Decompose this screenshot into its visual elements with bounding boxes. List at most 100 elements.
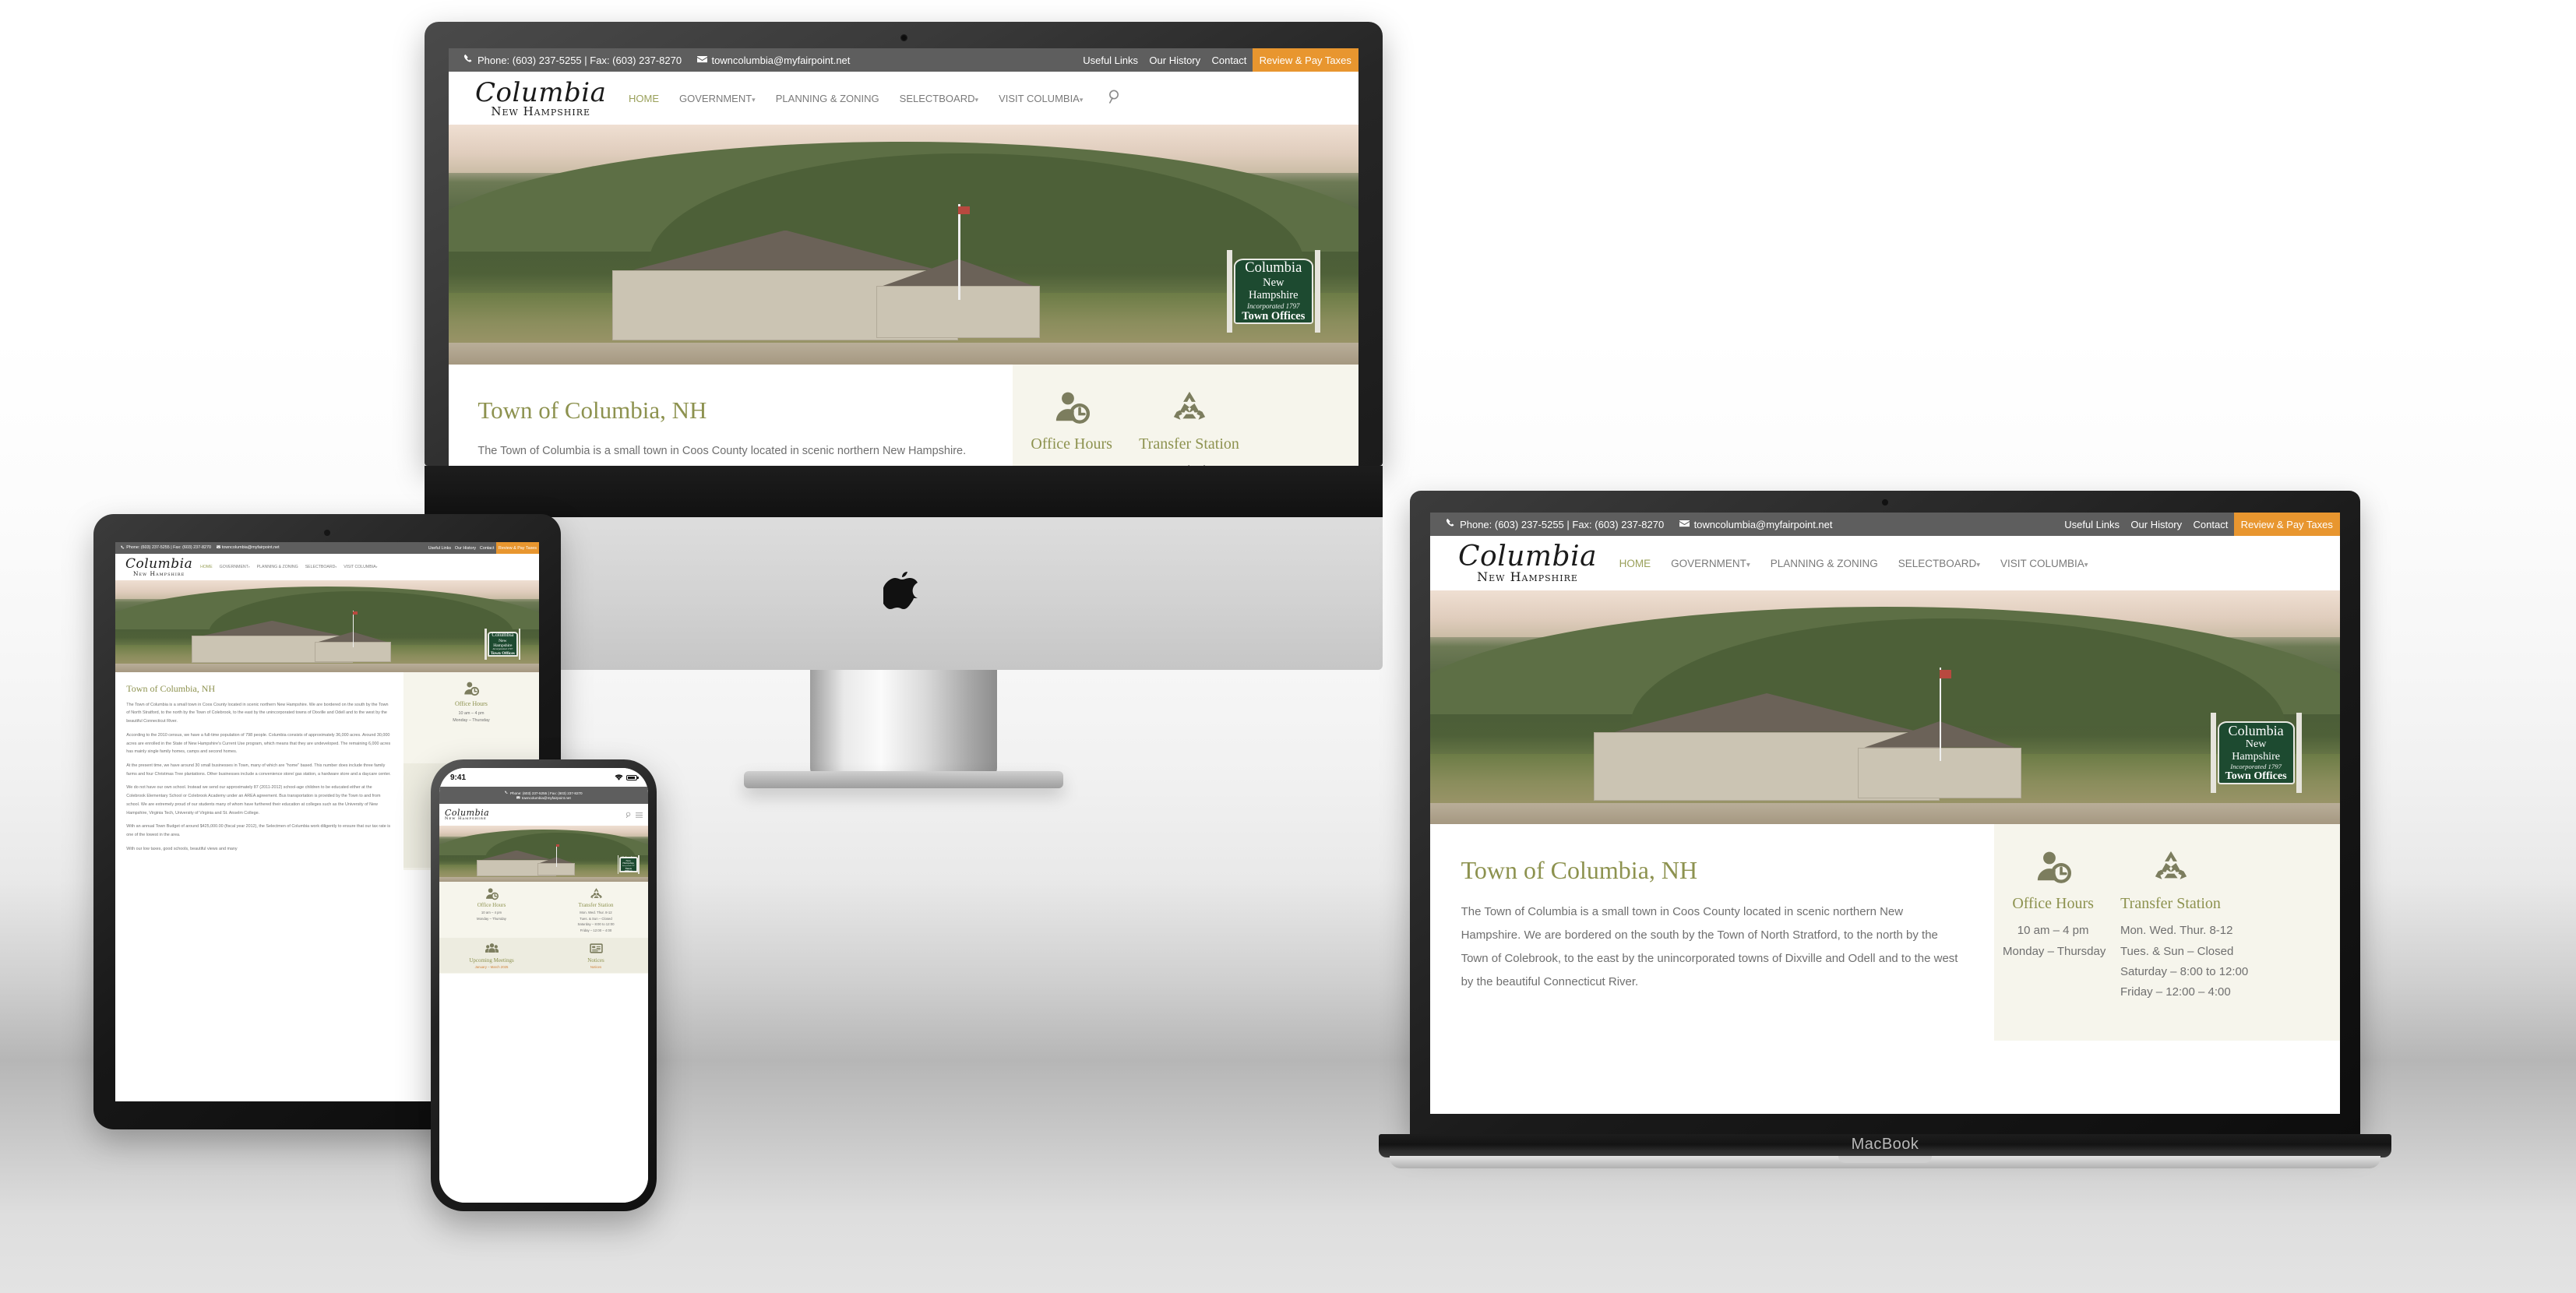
nav-item-visit-columbia[interactable]: VISIT COLUMBIA▾ xyxy=(999,93,1083,104)
widget-line: Mon. Wed. Thur. 8-12 xyxy=(2120,924,2233,938)
battery-icon xyxy=(626,774,639,780)
widget-office-hours: Office Hours 10 am – 4 pmMonday – Thursd… xyxy=(1994,830,2112,1035)
nav-item-planning-zoning[interactable]: PLANNING & ZONING xyxy=(257,565,298,569)
sign-line-4: Town Offices xyxy=(1242,309,1306,322)
nav-item-visit-columbia[interactable]: VISIT COLUMBIA▾ xyxy=(344,565,377,569)
sign-line-2: New Hampshire xyxy=(1249,277,1299,302)
main-menu: HOME GOVERNMENT▾ PLANNING & ZONING SELEC… xyxy=(1619,558,2109,569)
chevron-down-icon: ▾ xyxy=(248,565,250,569)
chevron-down-icon: ▾ xyxy=(1976,560,1980,569)
wifi-icon xyxy=(615,774,623,780)
topbar-nav: Useful Links Our History Contact Review & … xyxy=(1077,48,1358,72)
sign-post-right xyxy=(1314,249,1320,333)
widget-title: Upcoming Meetings xyxy=(469,957,514,964)
chevron-down-icon: ▾ xyxy=(2084,560,2088,569)
navbar: Columbia New Hampshire xyxy=(439,804,648,826)
topbar-phone-text: Phone: (603) 237-5255 | Fax: (603) 237-8… xyxy=(509,791,583,795)
nav-item-selectboard[interactable]: SELECTBOARD▾ xyxy=(1898,558,1980,569)
widget-transfer-station: Transfer Station Mon. Wed. Thur. 8-12Tue… xyxy=(544,883,648,937)
review-pay-taxes-button[interactable]: Review & Pay Taxes xyxy=(495,542,539,554)
search-icon[interactable] xyxy=(625,808,632,822)
flag xyxy=(556,844,559,847)
widget-office-hours: Office Hours 10 am – 4 pmMonday – Thursd… xyxy=(403,674,539,763)
topbar-link-our-history[interactable]: Our History xyxy=(1144,48,1206,72)
chevron-down-icon: ▾ xyxy=(1079,95,1084,104)
site-phone: Phone: (603) 237-5255 | Fax: (603) 237-8… xyxy=(439,787,648,1203)
logo-line-1: Columbia xyxy=(1458,541,1598,573)
logo-line-2: New Hampshire xyxy=(491,104,591,118)
hero-image: Columbia New Hampshire Incorporated 1797… xyxy=(449,125,1358,365)
sign-line-3: Incorporated 1797 xyxy=(2230,762,2282,770)
site-logo[interactable]: Columbia New Hampshire xyxy=(445,809,489,821)
imac-stand-foot xyxy=(744,771,1063,788)
person-clock-icon xyxy=(1021,389,1122,425)
topbar-email-text: towncolumbia@myfairpoint.net xyxy=(711,54,851,66)
site-logo[interactable]: Columbia New Hampshire xyxy=(1458,543,1597,583)
nav-item-planning-zoning[interactable]: PLANNING & ZONING xyxy=(776,93,879,104)
nav-item-label: VISIT COLUMBIA xyxy=(999,92,1080,104)
site-logo[interactable]: Columbia New Hampshire xyxy=(125,557,192,576)
nav-item-planning-zoning[interactable]: PLANNING & ZONING xyxy=(1771,558,1878,569)
macbook-device: Phone: (603) 237-5255 | Fax: (603) 237-8… xyxy=(1379,491,2391,1176)
widget-link[interactable]: January – March 2025 xyxy=(441,965,542,969)
widget-upcoming-meetings: Upcoming Meetings January – March 2025 xyxy=(439,937,544,973)
nav-item-home[interactable]: HOME xyxy=(200,565,213,569)
widget-title: Transfer Station xyxy=(1139,435,1239,453)
sign-post-right xyxy=(518,628,521,661)
search-icon[interactable] xyxy=(1108,89,1122,107)
nav-item-label: VISIT COLUMBIA xyxy=(2000,557,2084,569)
nav-item-selectboard[interactable]: SELECTBOARD▾ xyxy=(900,93,978,104)
logo-line-2: New Hampshire xyxy=(445,816,487,821)
widget-link[interactable]: Notices xyxy=(545,965,647,969)
topbar: Phone: (603) 237-5255 | Fax: (603) 237-8… xyxy=(1430,513,2340,536)
intro-column: Town of Columbia, NH The Town of Columbi… xyxy=(1430,824,1995,1041)
topbar-phone-text: Phone: (603) 237-5255 | Fax: (603) 237-8… xyxy=(126,545,211,551)
widget-title: Office Hours xyxy=(455,699,488,707)
widget-line: Monday – Thursday xyxy=(2003,944,2106,958)
topbar-link-useful-links[interactable]: Useful Links xyxy=(1077,48,1144,72)
widget-line: Tues. & Sun – Closed xyxy=(580,916,612,921)
topbar-link-useful-links[interactable]: Useful Links xyxy=(2059,513,2125,536)
nav-item-label: GOVERNMENT xyxy=(1671,557,1746,569)
nav-item-government[interactable]: GOVERNMENT▾ xyxy=(220,565,250,569)
body-paragraph: With an annual Town Budget of around $42… xyxy=(126,824,391,838)
hero-image: Columbia New Hampshire Incorporated 1797… xyxy=(439,826,648,882)
town-sign: Columbia New Hampshire Incorporated 1797… xyxy=(1226,249,1320,333)
macbook-notch xyxy=(1838,1156,1932,1163)
flag xyxy=(352,611,358,615)
recycle-icon xyxy=(545,887,647,900)
nav-item-label: GOVERNMENT xyxy=(679,92,752,104)
review-pay-taxes-button[interactable]: Review & Pay Taxes xyxy=(1252,48,1358,72)
widget-panel: Office Hours 10 am – 4 pmMonday – Thursd… xyxy=(439,882,648,974)
nav-item-government[interactable]: GOVERNMENT▾ xyxy=(679,93,756,104)
hero-road xyxy=(115,664,539,672)
macbook-screen: Phone: (603) 237-5255 | Fax: (603) 237-8… xyxy=(1430,513,2340,1114)
flag xyxy=(958,206,971,215)
phone-clock: 9:41 xyxy=(450,773,467,782)
nav-item-label: PLANNING & ZONING xyxy=(775,92,879,104)
hamburger-menu-icon[interactable] xyxy=(636,808,643,822)
review-pay-taxes-button[interactable]: Review & Pay Taxes xyxy=(2233,513,2340,536)
topbar-email-text: towncolumbia@myfairpoint.net xyxy=(221,545,280,551)
topbar-link-useful-links[interactable]: Useful Links xyxy=(426,542,453,554)
nav-item-selectboard[interactable]: SELECTBOARD▾ xyxy=(305,565,337,569)
nav-item-government[interactable]: GOVERNMENT▾ xyxy=(1671,558,1750,569)
topbar-link-contact[interactable]: Contact xyxy=(478,542,496,554)
site-laptop: Phone: (603) 237-5255 | Fax: (603) 237-8… xyxy=(1430,513,2340,1114)
list-document-icon xyxy=(545,942,647,955)
sign-post-right xyxy=(2296,712,2302,794)
topbar-link-our-history[interactable]: Our History xyxy=(2125,513,2187,536)
widget-line: 10 am – 4 pm xyxy=(481,911,502,915)
flagpole xyxy=(1940,668,1942,761)
topbar-link-our-history[interactable]: Our History xyxy=(453,542,477,554)
topbar-link-contact[interactable]: Contact xyxy=(1206,48,1252,72)
topbar-link-contact[interactable]: Contact xyxy=(2187,513,2233,536)
topbar: Phone: (603) 237-5255 | Fax: (603) 237-8… xyxy=(449,48,1358,72)
nav-item-home[interactable]: HOME xyxy=(1619,558,1651,569)
widget-title: Office Hours xyxy=(1031,435,1112,453)
site-logo[interactable]: Columbia New Hampshire xyxy=(475,79,606,118)
nav-item-visit-columbia[interactable]: VISIT COLUMBIA▾ xyxy=(2000,558,2088,569)
nav-item-home[interactable]: HOME xyxy=(629,93,659,104)
phone-icon xyxy=(1446,518,1456,530)
envelope-icon xyxy=(216,545,221,550)
